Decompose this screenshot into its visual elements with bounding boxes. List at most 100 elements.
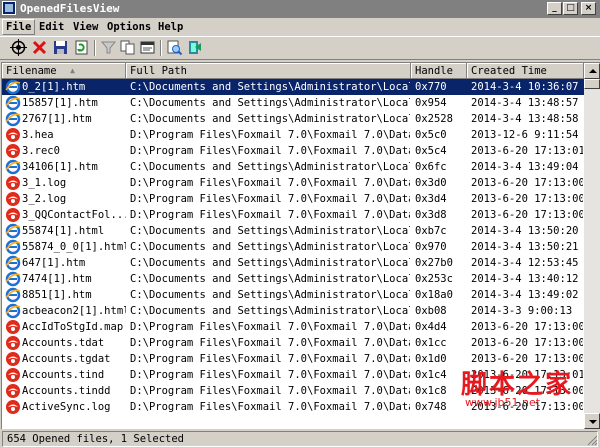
menu-file[interactable]: File bbox=[2, 19, 36, 35]
cell-full-path: D:\Program Files\Foxmail 7.0\Foxmail 7.0… bbox=[130, 193, 410, 205]
delete-icon[interactable] bbox=[31, 39, 48, 56]
table-row[interactable]: 3_1.log D:\Program Files\Foxmail 7.0\Foxm… bbox=[2, 175, 584, 191]
cell-handle: 0x748 bbox=[415, 401, 447, 413]
window-title: OpenedFilesView bbox=[20, 2, 120, 15]
menu-view[interactable]: View bbox=[70, 19, 101, 35]
filter-icon[interactable] bbox=[100, 39, 117, 56]
status-text: 654 Opened files, 1 Selected bbox=[2, 431, 598, 447]
cell-filename: Accounts.tindd bbox=[22, 385, 111, 397]
table-row[interactable]: Accounts.tind D:\Program Files\Foxmail 7.… bbox=[2, 367, 584, 383]
list-header: Filename ▲ Full Path Handle Created Time bbox=[2, 63, 584, 79]
menu-options[interactable]: Options bbox=[104, 19, 154, 35]
cell-created-time: 2014-3-4 10:36:07 bbox=[471, 81, 579, 93]
cell-created-time: 2013-6-20 17:13:00 bbox=[471, 193, 583, 205]
internet-explorer-icon bbox=[5, 79, 21, 95]
table-row[interactable]: 3_QQContactFol... D:\Program Files\Foxmai… bbox=[2, 207, 584, 223]
cell-filename: ActiveSync.log bbox=[22, 401, 111, 413]
cell-handle: 0x5c4 bbox=[415, 145, 447, 157]
table-row[interactable]: Accounts.tdat D:\Program Files\Foxmail 7.… bbox=[2, 335, 584, 351]
cell-handle: 0x27b0 bbox=[415, 257, 453, 269]
cell-filename: 55874[1].html bbox=[22, 225, 105, 237]
sort-ascending-icon: ▲ bbox=[70, 66, 75, 75]
cell-created-time: 2013-6-20 17:13:00 bbox=[471, 353, 583, 365]
cell-handle: 0x3d8 bbox=[415, 209, 447, 221]
column-full-path[interactable]: Full Path bbox=[126, 63, 411, 79]
cell-full-path: D:\Program Files\Foxmail 7.0\Foxmail 7.0… bbox=[130, 209, 410, 221]
cell-created-time: 2014-3-4 13:49:02 bbox=[471, 289, 579, 301]
column-filename[interactable]: Filename ▲ bbox=[2, 63, 126, 79]
foxmail-icon bbox=[5, 127, 21, 143]
cell-handle: 0x5c0 bbox=[415, 129, 447, 141]
table-row[interactable]: 2767[1].htm C:\Documents and Settings\Adm… bbox=[2, 111, 584, 127]
table-row[interactable]: 8851[1].htm C:\Documents and Settings\Adm… bbox=[2, 287, 584, 303]
cell-handle: 0x3d4 bbox=[415, 193, 447, 205]
table-row[interactable]: Accounts.tgdat D:\Program Files\Foxmail 7… bbox=[2, 351, 584, 367]
foxmail-icon bbox=[5, 319, 21, 335]
close-button[interactable]: × bbox=[581, 2, 596, 15]
cell-handle: 0x3d0 bbox=[415, 177, 447, 189]
cell-filename: 3_1.log bbox=[22, 177, 67, 189]
cell-created-time: 2014-3-4 13:49:04 bbox=[471, 161, 579, 173]
title-bar[interactable]: OpenedFilesView _ □ × bbox=[0, 0, 600, 18]
column-created-time[interactable]: Created Time bbox=[467, 63, 584, 79]
properties-icon[interactable] bbox=[10, 39, 27, 56]
table-row[interactable]: AccIdToStgId.map D:\Program Files\Foxmail… bbox=[2, 319, 584, 335]
table-row[interactable]: 55874[1].html C:\Documents and Settings\A… bbox=[2, 223, 584, 239]
cell-created-time: 2014-3-4 13:48:58 bbox=[471, 113, 579, 125]
table-row[interactable]: ActiveSync.log D:\Program Files\Foxmail 7… bbox=[2, 399, 584, 415]
cell-created-time: 2014-3-4 13:50:21 bbox=[471, 241, 579, 253]
cell-full-path: C:\Documents and Settings\Administrator\… bbox=[130, 97, 410, 109]
refresh-icon[interactable] bbox=[73, 39, 90, 56]
vertical-scrollbar[interactable] bbox=[584, 63, 600, 429]
table-row[interactable]: 3.rec0 D:\Program Files\Foxmail 7.0\Foxma… bbox=[2, 143, 584, 159]
cell-created-time: 2013-6-20 17:13:00 bbox=[471, 177, 583, 189]
cell-full-path: C:\Documents and Settings\Administrator\… bbox=[130, 241, 410, 253]
table-row[interactable]: 55874_0_0[1].html C:\Documents and Settin… bbox=[2, 239, 584, 255]
scroll-down-button[interactable] bbox=[584, 413, 600, 429]
cell-created-time: 2014-3-4 13:50:20 bbox=[471, 225, 579, 237]
resize-grip-icon[interactable] bbox=[586, 434, 598, 446]
cell-full-path: D:\Program Files\Foxmail 7.0\Foxmail 7.0… bbox=[130, 385, 410, 397]
internet-explorer-icon bbox=[5, 95, 21, 111]
table-row[interactable]: 15857[1].htm C:\Documents and Settings\Ad… bbox=[2, 95, 584, 111]
table-row[interactable]: Accounts.tindd D:\Program Files\Foxmail 7… bbox=[2, 383, 584, 399]
copy-icon[interactable] bbox=[119, 39, 136, 56]
table-row[interactable]: 0_2[1].htm C:\Documents and Settings\Admi… bbox=[2, 79, 584, 95]
cell-full-path: C:\Documents and Settings\Administrator\… bbox=[130, 273, 410, 285]
internet-explorer-icon bbox=[5, 239, 21, 255]
maximize-button[interactable]: □ bbox=[563, 2, 578, 15]
cell-created-time: 2013-6-20 17:13:01 bbox=[471, 145, 583, 157]
html-report-icon[interactable] bbox=[139, 39, 156, 56]
internet-explorer-icon bbox=[5, 255, 21, 271]
table-row[interactable]: 7474[1].htm C:\Documents and Settings\Adm… bbox=[2, 271, 584, 287]
table-row[interactable]: 647[1].htm C:\Documents and Settings\Admi… bbox=[2, 255, 584, 271]
cell-filename: 3_QQContactFol... bbox=[22, 209, 126, 221]
table-row[interactable]: 3.hea D:\Program Files\Foxmail 7.0\Foxmai… bbox=[2, 127, 584, 143]
cell-filename: 15857[1].htm bbox=[22, 97, 98, 109]
cell-filename: 34106[1].htm bbox=[22, 161, 98, 173]
cell-filename: 2767[1].htm bbox=[22, 113, 92, 125]
scroll-up-button[interactable] bbox=[584, 63, 600, 79]
save-icon[interactable] bbox=[52, 39, 69, 56]
scroll-thumb[interactable] bbox=[584, 79, 600, 89]
cell-handle: 0x1c4 bbox=[415, 369, 447, 381]
internet-explorer-icon bbox=[5, 303, 21, 319]
cell-created-time: 2014-3-4 13:40:12 bbox=[471, 273, 579, 285]
table-row[interactable]: acbeacon2[1].html C:\Documents and Settin… bbox=[2, 303, 584, 319]
internet-explorer-icon bbox=[5, 271, 21, 287]
column-handle[interactable]: Handle bbox=[411, 63, 467, 79]
find-icon[interactable] bbox=[166, 39, 183, 56]
menu-edit[interactable]: Edit bbox=[36, 19, 67, 35]
internet-explorer-icon bbox=[5, 223, 21, 239]
menu-help[interactable]: Help bbox=[155, 19, 186, 35]
opened-files-list[interactable]: Filename ▲ Full Path Handle Created Time… bbox=[1, 62, 600, 429]
minimize-button[interactable]: _ bbox=[547, 2, 562, 15]
cell-filename: 647[1].htm bbox=[22, 257, 86, 269]
exit-icon[interactable] bbox=[186, 39, 203, 56]
cell-filename: 8851[1].htm bbox=[22, 289, 92, 301]
table-row[interactable]: 3_2.log D:\Program Files\Foxmail 7.0\Foxm… bbox=[2, 191, 584, 207]
table-row[interactable]: 34106[1].htm C:\Documents and Settings\Ad… bbox=[2, 159, 584, 175]
cell-full-path: C:\Documents and Settings\Administrator\… bbox=[130, 257, 410, 269]
cell-handle: 0x6fc bbox=[415, 161, 447, 173]
cell-created-time: 2013-6-20 17:13:00 bbox=[471, 337, 583, 349]
